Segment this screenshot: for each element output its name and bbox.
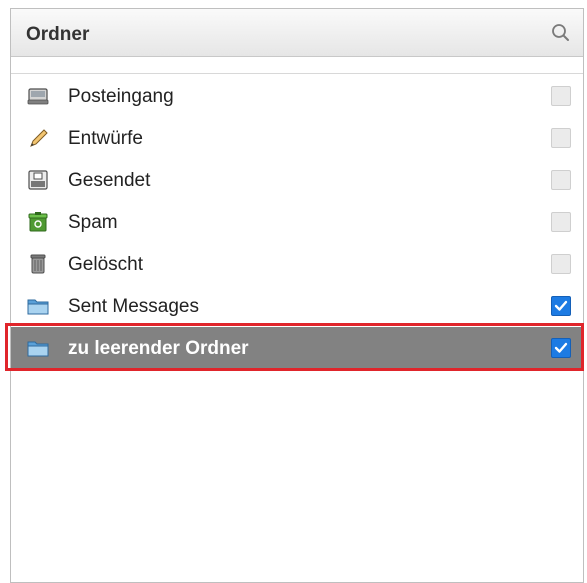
inbox-icon <box>27 85 49 107</box>
folder-row-gesendet[interactable]: Gesendet <box>11 159 583 201</box>
spam-icon <box>27 211 49 233</box>
folder-row-posteingang[interactable]: Posteingang <box>11 75 583 117</box>
folder-icon <box>27 337 49 359</box>
folder-panel: Ordner Posteingang Entwürfe Gesendet Spa… <box>10 8 584 583</box>
folder-label: Gesendet <box>68 170 151 191</box>
trash-icon <box>27 253 49 275</box>
folder-row-zu-leerender-ordner[interactable]: zu leerender Ordner <box>11 327 583 369</box>
folder-label: Entwürfe <box>68 128 143 149</box>
folder-checkbox[interactable] <box>551 170 571 190</box>
folder-icon <box>27 295 49 317</box>
search-icon[interactable] <box>545 18 577 48</box>
folder-row-sent-messages[interactable]: Sent Messages <box>11 285 583 327</box>
folder-label: Posteingang <box>68 86 174 107</box>
panel-title: Ordner <box>26 24 90 45</box>
pencil-icon <box>27 127 49 149</box>
sent-icon <box>27 169 49 191</box>
folder-row-entwuerfe[interactable]: Entwürfe <box>11 117 583 159</box>
folder-checkbox[interactable] <box>551 128 571 148</box>
folder-row-geloescht[interactable]: Gelöscht <box>11 243 583 285</box>
panel-subbar <box>11 57 583 74</box>
folder-checkbox[interactable] <box>551 254 571 274</box>
folder-checkbox[interactable] <box>551 296 571 316</box>
folder-checkbox[interactable] <box>551 212 571 232</box>
folder-checkbox[interactable] <box>551 86 571 106</box>
panel-header: Ordner <box>11 9 583 57</box>
folder-row-spam[interactable]: Spam <box>11 201 583 243</box>
folder-checkbox[interactable] <box>551 338 571 358</box>
folder-label: Sent Messages <box>68 296 199 317</box>
folder-label: zu leerender Ordner <box>68 338 249 359</box>
checkmark-icon <box>554 300 568 311</box>
checkmark-icon <box>554 342 568 353</box>
folder-label: Gelöscht <box>68 254 143 275</box>
folder-label: Spam <box>68 212 118 233</box>
